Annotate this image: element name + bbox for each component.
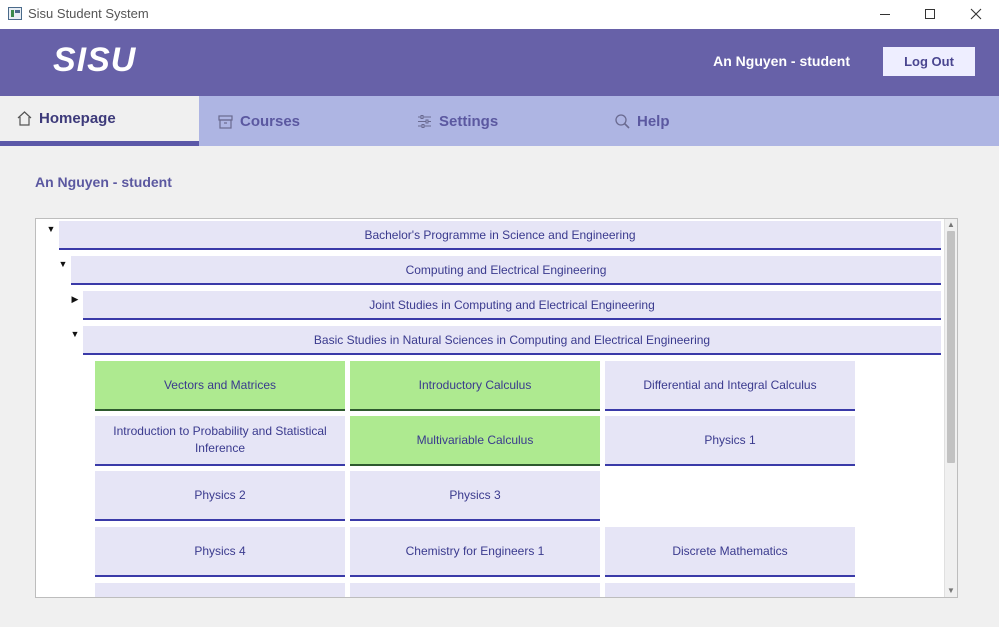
- course-card[interactable]: Discrete Mathematics: [605, 527, 855, 577]
- close-icon: [970, 8, 982, 20]
- tab-help[interactable]: Help: [614, 96, 670, 146]
- course-card-partial[interactable]: [95, 583, 345, 597]
- tree-node-joint-studies[interactable]: Joint Studies in Computing and Electrica…: [83, 291, 941, 320]
- close-button[interactable]: [953, 0, 999, 29]
- tree-node-programme[interactable]: Bachelor's Programme in Science and Engi…: [59, 221, 941, 250]
- app-icon: [8, 7, 22, 20]
- tree-node-major[interactable]: Computing and Electrical Engineering: [71, 256, 941, 285]
- tab-courses[interactable]: Courses: [217, 96, 300, 146]
- course-card[interactable]: Vectors and Matrices: [95, 361, 345, 411]
- home-icon: [16, 110, 33, 127]
- logout-button[interactable]: Log Out: [883, 47, 975, 76]
- tab-label: Homepage: [39, 110, 116, 127]
- maximize-icon: [925, 9, 935, 20]
- minimize-icon: [880, 13, 890, 15]
- expand-toggle-icon[interactable]: ▼: [46, 224, 56, 234]
- course-card[interactable]: Physics 4: [95, 527, 345, 577]
- window-title: Sisu Student System: [28, 6, 149, 21]
- course-card[interactable]: Physics 2: [95, 471, 345, 521]
- course-card[interactable]: Chemistry for Engineers 1: [350, 527, 600, 577]
- tree-node-basic-studies[interactable]: Basic Studies in Natural Sciences in Com…: [83, 326, 941, 355]
- course-card[interactable]: Introduction to Probability and Statisti…: [95, 416, 345, 466]
- expand-toggle-icon[interactable]: ▼: [70, 329, 80, 339]
- tab-settings[interactable]: Settings: [416, 96, 498, 146]
- expand-toggle-icon[interactable]: ▼: [58, 259, 68, 269]
- scroll-down-icon[interactable]: ▼: [945, 585, 957, 597]
- page-title: An Nguyen - student: [35, 174, 172, 190]
- scroll-up-icon[interactable]: ▲: [945, 219, 957, 231]
- course-card[interactable]: Differential and Integral Calculus: [605, 361, 855, 411]
- course-card[interactable]: Multivariable Calculus: [350, 416, 600, 466]
- maximize-button[interactable]: [907, 0, 953, 29]
- tab-bar: Homepage Courses Settings Help: [0, 96, 999, 146]
- course-card[interactable]: Physics 1: [605, 416, 855, 466]
- degree-tree: ▼ Bachelor's Programme in Science and En…: [35, 218, 958, 598]
- header-user-label: An Nguyen - student: [713, 53, 850, 69]
- tab-label: Settings: [439, 112, 499, 130]
- archive-icon: [217, 113, 234, 130]
- search-icon: [614, 113, 631, 130]
- tab-label: Courses: [240, 112, 301, 130]
- collapse-toggle-icon[interactable]: ▶: [70, 294, 80, 304]
- scrollbar-thumb[interactable]: [947, 231, 955, 463]
- course-card[interactable]: Introductory Calculus: [350, 361, 600, 411]
- sisu-logo: SISU: [53, 41, 137, 79]
- minimize-button[interactable]: [862, 0, 908, 29]
- course-card[interactable]: Physics 3: [350, 471, 600, 521]
- course-card-partial[interactable]: [350, 583, 600, 597]
- vertical-scrollbar[interactable]: ▲ ▼: [944, 219, 957, 597]
- tab-homepage[interactable]: Homepage: [0, 96, 199, 146]
- title-bar: Sisu Student System: [0, 0, 999, 29]
- app-header: SISU An Nguyen - student Log Out: [0, 29, 999, 96]
- course-card-partial[interactable]: [605, 583, 855, 597]
- tab-label: Help: [637, 112, 670, 130]
- sliders-icon: [416, 113, 433, 130]
